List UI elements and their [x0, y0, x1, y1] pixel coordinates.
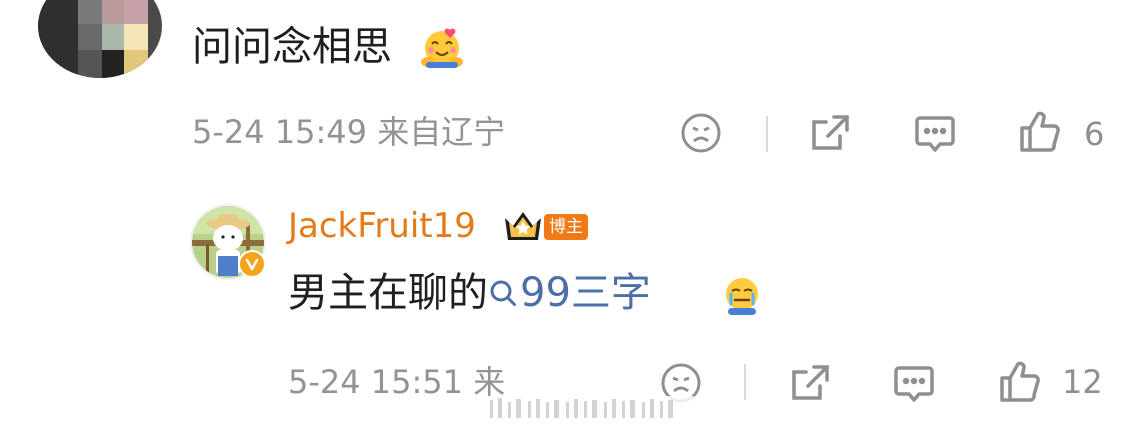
search-link[interactable]: 99三字: [488, 270, 651, 316]
reply-text: 男主在聊的 99三字: [288, 270, 651, 318]
avatar[interactable]: [38, 0, 162, 78]
search-icon: [488, 272, 518, 318]
comment-text: 问问念相思: [192, 24, 392, 70]
divider: [744, 364, 746, 400]
reply-username[interactable]: JackFruit19: [288, 206, 476, 246]
reply-text-body: 男主在聊的: [288, 270, 488, 316]
like-icon[interactable]: [1018, 110, 1062, 154]
comment-location: 来自辽宁: [377, 113, 506, 151]
reply-timestamp: 5-24 15:51 来: [288, 363, 506, 401]
comment-icon[interactable]: [914, 112, 956, 154]
comment-icon[interactable]: [893, 362, 935, 404]
crown-badge-icon: [502, 208, 544, 248]
like-count: 12: [1062, 363, 1103, 401]
dislike-icon[interactable]: [680, 112, 722, 154]
crying-emoji-icon: [722, 276, 762, 316]
blogger-badge: 博主: [544, 214, 588, 240]
watermark-image: [480, 396, 694, 422]
like-icon[interactable]: [998, 360, 1042, 404]
share-icon[interactable]: [790, 362, 832, 404]
verified-badge-icon: [238, 250, 266, 278]
like-count: 6: [1084, 115, 1105, 153]
search-link-label: 99三字: [520, 270, 651, 316]
divider: [766, 116, 768, 152]
share-icon[interactable]: [810, 112, 852, 154]
hug-emoji-icon: [420, 26, 464, 70]
comment-timestamp: 5-24 15:49 来自辽宁: [192, 113, 506, 151]
